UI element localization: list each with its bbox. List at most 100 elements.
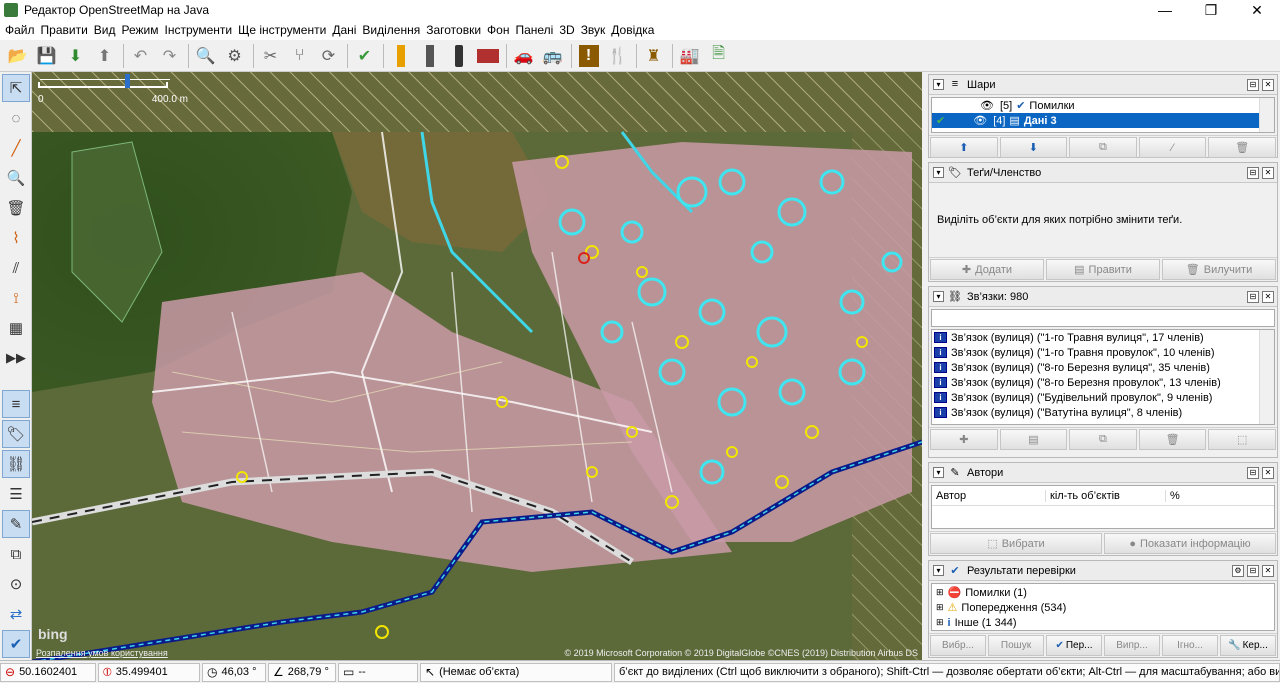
menu-audio[interactable]: Звук xyxy=(578,23,609,37)
menu-view[interactable]: Вид xyxy=(91,23,119,37)
visibility-icon[interactable]: 👁 xyxy=(973,114,987,127)
road-icon[interactable] xyxy=(416,42,443,69)
col-author[interactable]: Автор xyxy=(932,489,1046,502)
relation-row[interactable]: i Зв’язок (вулиця) ("Будівельний провулок… xyxy=(932,390,1274,405)
author-info-button[interactable]: ● Показати інформацію xyxy=(1104,533,1276,554)
manage-button[interactable]: 🔧 Кер... xyxy=(1220,635,1276,656)
menu-edit[interactable]: Правити xyxy=(38,23,91,37)
menu-tools[interactable]: Інструменти xyxy=(161,23,235,37)
close-icon[interactable]: ✕ xyxy=(1262,167,1274,179)
zoom-preferences-icon[interactable]: 🔍 xyxy=(192,42,219,69)
open-icon[interactable]: 📂 xyxy=(4,42,31,69)
download-icon[interactable]: ⬇ xyxy=(62,42,89,69)
delete-tag-button[interactable]: 🗑 Вилучити xyxy=(1162,259,1276,280)
menu-help[interactable]: Довідка xyxy=(608,23,657,37)
relation-row[interactable]: i Зв’язок (вулиця) ("Ватутіна вулиця", 8 … xyxy=(932,405,1274,420)
relation-row[interactable]: i Зв’язок (вулиця) ("1-го Травня вулиця",… xyxy=(932,330,1274,345)
wall-icon[interactable] xyxy=(474,42,501,69)
close-icon[interactable]: ✕ xyxy=(1262,79,1274,91)
expand-icon[interactable]: ⊞ xyxy=(936,587,944,598)
validation-toggle-icon[interactable]: ✔ xyxy=(2,630,30,658)
zoom-mode-icon[interactable]: 🔍 xyxy=(2,164,30,192)
parallel-way-icon[interactable]: ⫽ xyxy=(2,254,30,282)
close-icon[interactable]: ✕ xyxy=(1262,565,1274,577)
select-author-button[interactable]: ⬚ Вибрати xyxy=(930,533,1102,554)
bus-icon[interactable]: 🚌 xyxy=(539,42,566,69)
undo-icon[interactable]: ↶ xyxy=(127,42,154,69)
edit-relation-icon[interactable]: ▤ xyxy=(999,429,1068,450)
collapse-toggle[interactable]: ▾ xyxy=(933,79,944,90)
extrude-mode-icon[interactable]: ⟟ xyxy=(2,284,30,312)
settings-icon[interactable]: ⚙ xyxy=(1232,565,1244,577)
tree-node-errors[interactable]: ⊞ ⛔ Помилки (1) xyxy=(932,585,1274,600)
castle-icon[interactable]: ♜ xyxy=(640,42,667,69)
collapse-toggle[interactable]: ▾ xyxy=(933,291,944,302)
add-tag-button[interactable]: ✚ Додати xyxy=(930,259,1044,280)
activate-layer-icon[interactable]: ⁄ xyxy=(1138,137,1207,158)
minimize-button[interactable]: — xyxy=(1142,0,1188,20)
maximize-button[interactable]: ❐ xyxy=(1188,0,1234,20)
menu-windows[interactable]: Панелі xyxy=(512,23,556,37)
menu-mode[interactable]: Режим xyxy=(118,23,161,37)
zoom-slider[interactable] xyxy=(40,74,170,88)
select-button[interactable]: Вибр... xyxy=(930,635,986,656)
relations-list[interactable]: i Зв’язок (вулиця) ("1-го Травня вулиця",… xyxy=(931,329,1275,425)
search-button[interactable]: Пошук xyxy=(988,635,1044,656)
expand-icon[interactable]: ⊞ xyxy=(936,617,944,628)
more-tools-icon[interactable]: ▶▶ xyxy=(2,344,30,372)
authors-table[interactable]: Автор кіл-ть об’єктів % xyxy=(931,485,1275,529)
expand-icon[interactable]: ⊞ xyxy=(936,602,944,613)
menu-imagery[interactable]: Фон xyxy=(484,23,512,37)
tags-toggle-icon[interactable]: 🏷 xyxy=(2,420,30,448)
relation-row[interactable]: i Зв’язок (вулиця) ("8-го Березня вулиця"… xyxy=(932,360,1274,375)
restaurant-icon[interactable]: 🍴 xyxy=(604,42,631,69)
relation-row[interactable]: i Зв’язок (вулиця) ("1-го Травня провулок… xyxy=(932,345,1274,360)
save-icon[interactable]: 💾 xyxy=(33,42,60,69)
delete-layer-icon[interactable]: 🗑 xyxy=(1208,137,1276,158)
visibility-icon[interactable]: 👁 xyxy=(980,99,994,112)
detach-icon[interactable]: ⊟ xyxy=(1247,565,1259,577)
edit-tag-button[interactable]: ▤ Правити xyxy=(1046,259,1160,280)
fix-button[interactable]: Випр... xyxy=(1104,635,1160,656)
menu-file[interactable]: Файл xyxy=(2,23,38,37)
terms-link[interactable]: Розпалення умов користування xyxy=(36,648,168,658)
draw-mode-icon[interactable]: ╱ xyxy=(2,134,30,162)
validation-tree[interactable]: ⊞ ⛔ Помилки (1) ⊞ ⚠ Попередження (534) ⊞… xyxy=(931,583,1275,631)
layer-row[interactable]: 👁 [5] ✔ Помилки xyxy=(932,98,1274,113)
car-icon[interactable]: 🚗 xyxy=(510,42,537,69)
authors-toggle-icon[interactable]: ✎ xyxy=(2,510,30,538)
close-icon[interactable]: ✕ xyxy=(1262,467,1274,479)
relation-row[interactable]: i Зв’язок (вулиця) ("8-го Березня провуло… xyxy=(932,375,1274,390)
validate-icon[interactable]: ✔ xyxy=(351,42,378,69)
col-count[interactable]: кіл-ть об’єктів xyxy=(1046,489,1166,502)
close-icon[interactable]: ✕ xyxy=(1262,291,1274,303)
layers-toggle-icon[interactable]: ≡ xyxy=(2,390,30,418)
selection-list-icon[interactable]: ☰ xyxy=(2,480,30,508)
menu-3d[interactable]: 3D xyxy=(556,23,577,37)
detach-icon[interactable]: ⊟ xyxy=(1247,79,1259,91)
changeset-icon[interactable]: ⇄ xyxy=(2,600,30,628)
relations-filter-input[interactable] xyxy=(931,309,1275,327)
data-preferences-icon[interactable]: ⚙ xyxy=(221,42,248,69)
combine-way-icon[interactable]: ⑂ xyxy=(286,42,313,69)
close-button[interactable]: ✕ xyxy=(1234,0,1280,20)
relations-scrollbar[interactable] xyxy=(1259,330,1274,424)
redo-icon[interactable]: ↷ xyxy=(156,42,183,69)
tree-node-other[interactable]: ⊞ i Інше (1 344) xyxy=(932,615,1274,630)
select-mode-icon[interactable]: ⇱ xyxy=(2,74,30,102)
traffic-signals-icon[interactable] xyxy=(445,42,472,69)
shop-icon[interactable]: ! xyxy=(575,42,602,69)
save-as-icon[interactable]: 🗎 xyxy=(705,42,732,69)
lasso-mode-icon[interactable]: ◌ xyxy=(2,104,30,132)
move-up-icon[interactable]: ⬆ xyxy=(930,137,998,158)
new-relation-icon[interactable]: ✚ xyxy=(930,429,998,450)
refresh-icon[interactable]: ⟳ xyxy=(315,42,342,69)
collapse-toggle[interactable]: ▾ xyxy=(933,467,944,478)
detach-icon[interactable]: ⊟ xyxy=(1247,291,1259,303)
detach-icon[interactable]: ⊟ xyxy=(1247,467,1259,479)
menu-more-tools[interactable]: Ще інструменти xyxy=(235,23,329,37)
col-pct[interactable]: % xyxy=(1166,490,1180,502)
map-canvas[interactable] xyxy=(32,72,922,660)
commands-icon[interactable]: ⧉ xyxy=(2,540,30,568)
menu-presets[interactable]: Заготовки xyxy=(423,23,484,37)
